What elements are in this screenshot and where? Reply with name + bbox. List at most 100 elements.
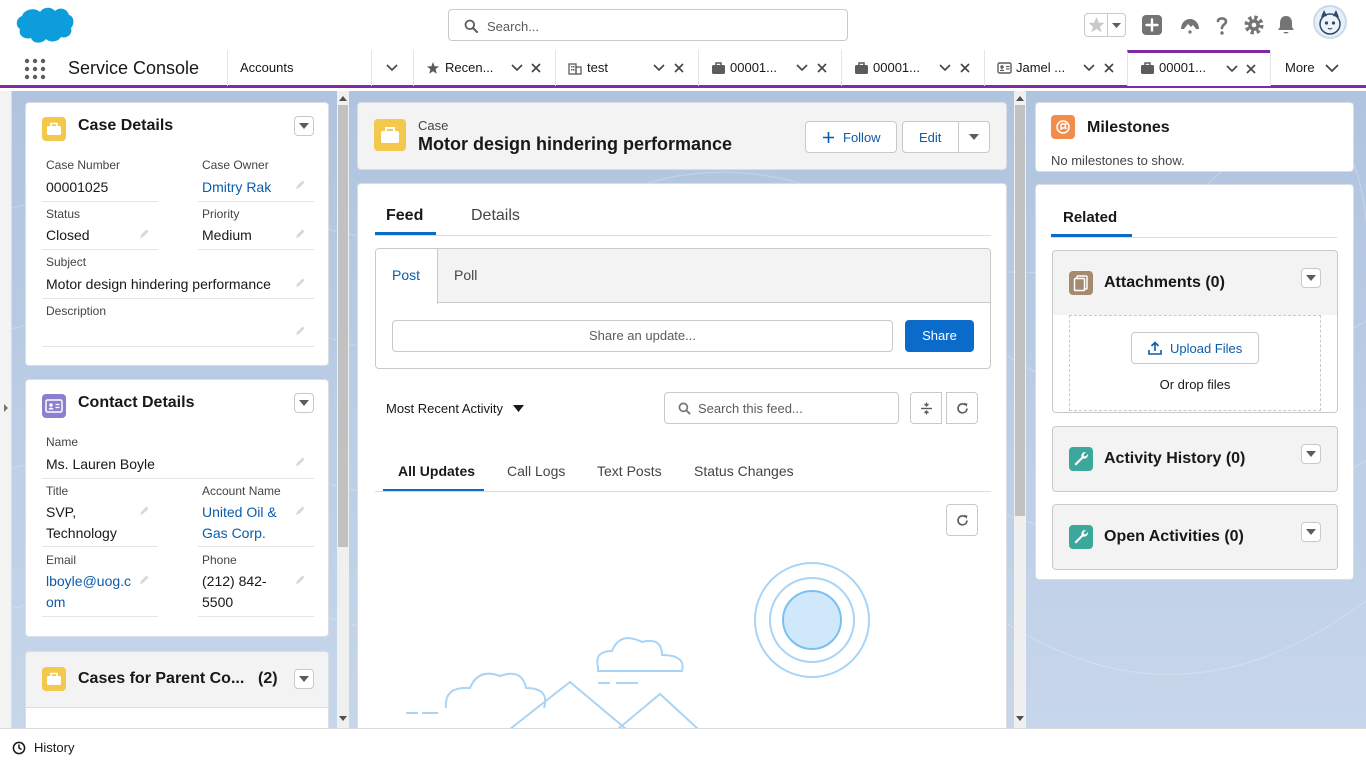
edit-button[interactable]: Edit [902,121,959,153]
scroll-up-icon[interactable] [339,95,347,101]
file-drop-zone[interactable]: Upload Files Or drop files [1069,315,1321,411]
attachments-title[interactable]: Attachments (0) [1104,274,1225,292]
phone-value-line2: 5500 [202,594,234,610]
filter-tab-text-posts[interactable]: Text Posts [597,463,662,479]
email-link-line2[interactable]: om [46,592,65,613]
trailhead-button[interactable] [1178,13,1202,37]
nav-tab-accounts[interactable]: Accounts [227,50,371,86]
history-utility-item[interactable]: History [0,729,90,768]
refresh-updates-button[interactable] [946,504,978,536]
edit-pencil-icon[interactable] [294,228,306,240]
contact-details-menu-button[interactable] [294,393,314,413]
open-activities-menu-button[interactable] [1301,522,1321,542]
filter-tab-status-changes[interactable]: Status Changes [694,463,794,479]
tab-feed[interactable]: Feed [386,207,423,225]
chevron-down-icon[interactable] [1226,64,1238,74]
edit-label: Edit [919,130,942,145]
milestones-title: Milestones [1087,119,1170,136]
scrollbar-thumb[interactable] [1015,105,1025,516]
salesforce-logo[interactable] [15,4,75,46]
cases-for-parent-title[interactable]: Cases for Parent Co... [78,670,248,688]
case-owner-link[interactable]: Dmitry Rak [202,177,271,198]
publisher-tab-poll[interactable]: Poll [438,249,498,303]
close-icon[interactable] [960,63,970,73]
more-actions-button[interactable] [958,121,990,153]
left-column-scrollbar[interactable] [337,91,349,728]
cases-for-parent-menu-button[interactable] [294,669,314,689]
edit-pencil-icon[interactable] [294,574,306,586]
close-icon[interactable] [1104,63,1114,73]
scroll-down-icon[interactable] [339,716,347,722]
nav-more-button[interactable]: More [1270,50,1366,86]
edit-pencil-icon[interactable] [138,228,150,240]
share-update-input[interactable]: Share an update... [392,320,893,352]
setup-button[interactable] [1242,13,1266,37]
activity-history-menu-button[interactable] [1301,444,1321,464]
edit-pencil-icon[interactable] [294,505,306,517]
filter-tab-divider [375,491,991,492]
global-search[interactable] [448,9,848,41]
nav-menu-button[interactable] [371,50,413,86]
filter-tab-all-updates[interactable]: All Updates [398,463,475,479]
sort-dropdown[interactable]: Most Recent Activity [386,401,503,416]
favorites-button[interactable] [1085,14,1108,36]
field-divider [198,546,314,547]
tab-details[interactable]: Details [471,207,520,225]
chevron-down-icon[interactable] [1083,63,1095,73]
open-activities-title[interactable]: Open Activities (0) [1104,528,1244,546]
caret-down-icon[interactable] [513,405,524,412]
publisher-tab-poll-label: Poll [454,267,478,283]
account-name-link-line1[interactable]: United Oil & [202,502,277,523]
left-collapse-strip[interactable] [0,91,12,728]
edit-pencil-icon[interactable] [294,277,306,289]
nav-tab-case-active[interactable]: 00001... [1127,50,1270,86]
attachments-menu-button[interactable] [1301,268,1321,288]
close-icon[interactable] [531,63,541,73]
expand-all-button[interactable] [910,392,942,424]
publisher: Post Poll Share an update... Share [375,248,991,369]
close-icon[interactable] [674,63,684,73]
edit-pencil-icon[interactable] [138,574,150,586]
chevron-down-icon[interactable] [511,63,523,73]
app-launcher-button[interactable] [24,58,46,80]
close-icon[interactable] [1246,64,1256,74]
publisher-tab-post[interactable]: Post [376,249,438,304]
edit-pencil-icon[interactable] [294,325,306,337]
title-value-line1: SVP, [46,504,77,520]
refresh-feed-button[interactable] [946,392,978,424]
nav-tab-recent[interactable]: Recen... [413,50,555,86]
edit-pencil-icon[interactable] [294,179,306,191]
edit-pencil-icon[interactable] [294,456,306,468]
global-actions-button[interactable] [1140,13,1164,37]
nav-tab-contact[interactable]: Jamel ... [984,50,1127,86]
scroll-down-icon[interactable] [1016,716,1024,722]
chevron-down-icon[interactable] [939,63,951,73]
share-button[interactable]: Share [905,320,974,352]
nav-tab-case-2[interactable]: 00001... [841,50,984,86]
follow-button[interactable]: Follow [805,121,897,153]
chevron-down-icon[interactable] [653,63,665,73]
case-details-menu-button[interactable] [294,116,314,136]
notifications-button[interactable] [1274,13,1298,37]
wrench-icon [1069,525,1093,549]
global-search-input[interactable] [487,16,837,36]
user-avatar[interactable] [1313,5,1347,39]
scroll-up-icon[interactable] [1016,95,1024,101]
help-button[interactable] [1210,13,1234,37]
activity-history-title[interactable]: Activity History (0) [1104,450,1245,468]
scrollbar-thumb[interactable] [338,105,348,547]
upload-files-button[interactable]: Upload Files [1131,332,1259,364]
account-name-link-line2[interactable]: Gas Corp. [202,523,266,544]
close-icon[interactable] [817,63,827,73]
favorites-list-button[interactable] [1108,14,1125,36]
email-link-line1[interactable]: lboyle@uog.c [46,571,131,592]
nav-tab-case-1[interactable]: 00001... [698,50,841,86]
tab-related[interactable]: Related [1063,209,1117,226]
edit-pencil-icon[interactable] [138,505,150,517]
nav-tab-test[interactable]: test [555,50,698,86]
feed-search-box[interactable]: Search this feed... [664,392,899,424]
middle-column-scrollbar[interactable] [1014,91,1026,728]
email-label: Email [46,553,77,567]
chevron-down-icon[interactable] [796,63,808,73]
filter-tab-call-logs[interactable]: Call Logs [507,463,565,479]
